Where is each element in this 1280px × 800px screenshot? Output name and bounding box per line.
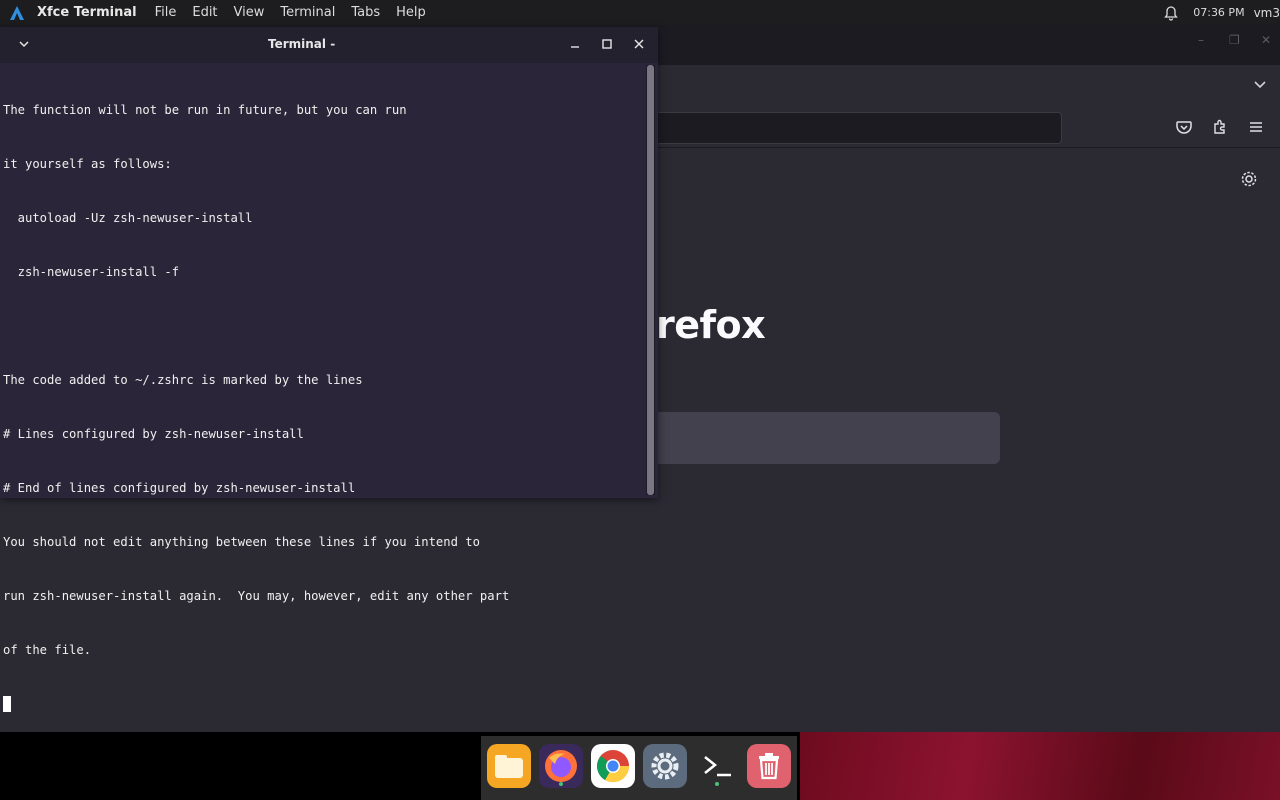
running-indicator [715, 782, 719, 786]
firefox-maximize-button[interactable]: ❐ [1229, 33, 1240, 47]
terminal-line: The function will not be run in future, … [3, 103, 407, 117]
files-icon[interactable] [487, 744, 531, 788]
user-menu[interactable]: vm3 [1254, 6, 1280, 20]
pocket-icon[interactable] [1175, 118, 1193, 136]
terminal-line: zsh-newuser-install -f [3, 265, 180, 279]
menu-help[interactable]: Help [396, 5, 426, 20]
extensions-icon[interactable] [1211, 118, 1229, 136]
firefox-icon[interactable] [539, 744, 583, 788]
prompt-line[interactable] [3, 695, 643, 713]
terminal-icon[interactable] [695, 744, 739, 788]
menu-view[interactable]: View [234, 5, 265, 20]
dock [481, 736, 797, 800]
hamburger-menu-icon[interactable] [1247, 118, 1265, 136]
terminal-output[interactable]: The function will not be run in future, … [3, 65, 643, 712]
firefox-minimize-button[interactable]: – [1198, 33, 1204, 47]
menu-terminal[interactable]: Terminal [280, 5, 335, 20]
notification-bell-icon[interactable] [1163, 5, 1179, 21]
maximize-icon[interactable] [599, 36, 615, 52]
terminal-titlebar[interactable]: Terminal - [0, 27, 658, 63]
list-tabs-chevron-icon[interactable] [1253, 77, 1267, 91]
settings-icon[interactable] [643, 744, 687, 788]
gear-icon[interactable] [1240, 170, 1258, 188]
wallpaper [800, 732, 1280, 800]
trash-icon[interactable] [747, 744, 791, 788]
terminal-line: The code added to ~/.zshrc is marked by … [3, 373, 363, 387]
terminal-line: run zsh-newuser-install again. You may, … [3, 589, 510, 603]
firefox-close-button[interactable]: ✕ [1261, 33, 1271, 47]
terminal-scrollbar[interactable] [646, 65, 655, 495]
menu-tabs[interactable]: Tabs [351, 5, 380, 20]
minimize-icon[interactable] [567, 36, 583, 52]
app-logo-icon[interactable] [9, 5, 25, 21]
top-panel: Xfce Terminal File Edit View Terminal Ta… [0, 0, 1280, 25]
clock[interactable]: 07:36 PM [1193, 6, 1244, 19]
menu-file[interactable]: File [155, 5, 177, 20]
chrome-icon[interactable] [591, 744, 635, 788]
terminal-window: Terminal - The function will not be run … [0, 27, 658, 712]
running-indicator [559, 782, 563, 786]
menu-edit[interactable]: Edit [192, 5, 217, 20]
window-menu-chevron-icon[interactable] [16, 36, 32, 52]
terminal-line: autoload -Uz zsh-newuser-install [3, 211, 253, 225]
terminal-line: # End of lines configured by zsh-newuser… [3, 481, 356, 495]
terminal-line: it yourself as follows: [3, 157, 172, 171]
newtab-search-box[interactable] [652, 412, 1000, 464]
close-icon[interactable] [631, 36, 647, 52]
url-bar[interactable] [650, 112, 1062, 144]
terminal-line: You should not edit anything between the… [3, 535, 480, 549]
text-cursor [3, 696, 11, 712]
terminal-line: of the file. [3, 643, 92, 657]
scrollbar-thumb[interactable] [647, 65, 654, 495]
firefox-wordmark: refox [656, 303, 766, 347]
terminal-line: # Lines configured by zsh-newuser-instal… [3, 427, 304, 441]
active-app-name[interactable]: Xfce Terminal [37, 5, 137, 20]
terminal-title: Terminal - [268, 37, 336, 51]
